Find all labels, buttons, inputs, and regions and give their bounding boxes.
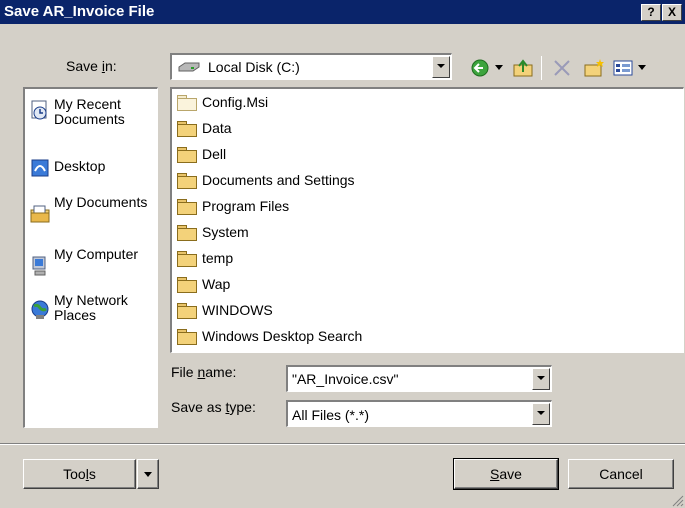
- file-name-label: File name:: [171, 364, 237, 380]
- list-item[interactable]: Wap: [176, 273, 230, 295]
- place-my-network-places[interactable]: My Network Places: [29, 293, 157, 323]
- place-my-recent-documents[interactable]: My Recent Documents: [29, 97, 157, 127]
- folder-icon: [176, 302, 198, 319]
- folder-icon: [176, 198, 198, 215]
- list-item[interactable]: Config.Msi: [176, 91, 268, 113]
- new-folder-icon[interactable]: [583, 58, 605, 78]
- folder-icon: [176, 146, 198, 163]
- desktop-icon: [31, 159, 49, 177]
- chevron-down-icon[interactable]: [432, 56, 450, 78]
- place-label: My Recent Documents: [54, 96, 125, 127]
- up-folder-icon[interactable]: [512, 58, 534, 78]
- my-computer-icon: [32, 256, 46, 276]
- chevron-down-icon[interactable]: [532, 368, 550, 390]
- folder-icon: [176, 172, 198, 189]
- save-in-value: Local Disk (C:): [208, 59, 300, 75]
- chevron-down-icon: [144, 472, 152, 477]
- list-item[interactable]: Windows Desktop Search: [176, 325, 362, 347]
- tools-dropdown-button[interactable]: [137, 459, 159, 489]
- file-name-field[interactable]: "AR_Invoice.csv": [286, 365, 552, 392]
- folder-icon: [176, 94, 198, 111]
- tools-button[interactable]: Tools: [23, 459, 136, 489]
- folder-icon: [176, 224, 198, 241]
- cancel-button[interactable]: Cancel: [568, 459, 674, 489]
- toolbar-divider: [541, 56, 542, 80]
- list-item[interactable]: Program Files: [176, 195, 289, 217]
- my-documents-icon: [30, 205, 50, 223]
- place-label: My Network Places: [54, 292, 128, 323]
- folder-icon: [176, 328, 198, 345]
- separator: [0, 443, 685, 445]
- save-in-combo[interactable]: Local Disk (C:): [170, 53, 452, 80]
- window-title: Save AR_Invoice File: [4, 3, 155, 20]
- title-bar: Save AR_Invoice File: [0, 0, 685, 24]
- folder-icon: [176, 276, 198, 293]
- views-dropdown-icon[interactable]: [638, 65, 646, 71]
- place-label: Desktop: [54, 158, 106, 174]
- places-bar: My Recent Documents Desktop My Documents…: [23, 87, 158, 428]
- views-menu-icon[interactable]: [612, 58, 634, 78]
- place-my-computer[interactable]: My Computer: [29, 247, 157, 277]
- save-as-type-label: Save as type:: [171, 399, 256, 415]
- resize-grip-icon[interactable]: [670, 493, 684, 507]
- place-label: My Computer: [54, 246, 139, 262]
- recent-documents-icon: [31, 100, 47, 120]
- chevron-down-icon[interactable]: [532, 403, 550, 425]
- place-my-documents[interactable]: My Documents: [29, 195, 157, 225]
- save-in-label: Save in:: [66, 58, 117, 74]
- list-item[interactable]: WINDOWS: [176, 299, 273, 321]
- list-item[interactable]: Dell: [176, 143, 226, 165]
- back-dropdown-icon[interactable]: [495, 65, 503, 71]
- list-item[interactable]: Data: [176, 117, 232, 139]
- save-as-type-select[interactable]: All Files (*.*): [286, 400, 552, 427]
- help-button[interactable]: ?: [641, 4, 661, 21]
- local-disk-icon: [178, 62, 200, 72]
- place-desktop[interactable]: Desktop: [29, 155, 157, 179]
- folder-icon: [176, 250, 198, 267]
- my-network-places-icon: [31, 300, 49, 319]
- folder-icon: [176, 120, 198, 137]
- save-button[interactable]: Save: [453, 458, 559, 490]
- list-item[interactable]: System: [176, 221, 249, 243]
- file-list[interactable]: Config.Msi Data Dell Documents and Setti…: [170, 87, 684, 353]
- place-label: My Documents: [54, 194, 148, 210]
- close-button[interactable]: X: [662, 4, 682, 21]
- list-item[interactable]: temp: [176, 247, 233, 269]
- back-icon[interactable]: [470, 58, 490, 78]
- list-item[interactable]: Documents and Settings: [176, 169, 355, 191]
- delete-icon[interactable]: [552, 58, 572, 78]
